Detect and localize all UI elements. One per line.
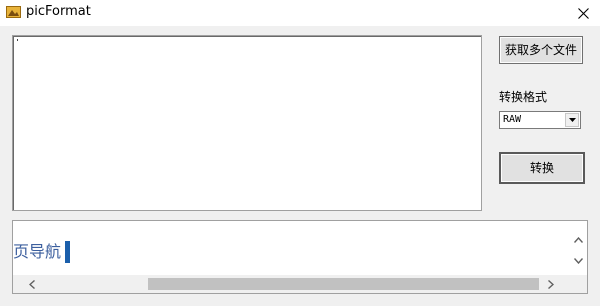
app-icon	[6, 5, 21, 19]
list-caret	[17, 39, 18, 41]
log-text: 页导航	[13, 242, 62, 261]
vertical-scrollbar[interactable]	[570, 221, 587, 275]
file-list-box[interactable]	[12, 35, 482, 211]
format-select-value: RAW	[503, 114, 522, 125]
convert-button[interactable]: 转换	[499, 152, 585, 184]
format-select[interactable]: RAW	[499, 111, 581, 129]
scroll-left-button[interactable]	[23, 275, 41, 293]
text-cursor	[65, 241, 70, 263]
chevron-down-icon	[574, 257, 583, 264]
close-button[interactable]	[566, 0, 600, 26]
scroll-up-button[interactable]	[570, 231, 587, 248]
scroll-right-button[interactable]	[542, 275, 560, 293]
chevron-right-icon	[548, 279, 554, 289]
close-icon	[577, 7, 589, 19]
log-text-area[interactable]: 页导航	[12, 220, 588, 294]
get-multiple-files-button[interactable]: 获取多个文件	[499, 36, 583, 64]
scrollbar-corner	[570, 275, 587, 293]
scroll-down-button[interactable]	[570, 252, 587, 269]
window-title: picFormat	[26, 4, 91, 19]
chevron-left-icon	[29, 279, 35, 289]
chevron-down-icon[interactable]	[565, 113, 579, 127]
horizontal-scroll-thumb[interactable]	[148, 278, 539, 290]
title-bar: picFormat	[0, 0, 600, 26]
horizontal-scrollbar[interactable]	[13, 275, 587, 293]
format-label: 转换格式	[499, 90, 548, 104]
chevron-up-icon	[574, 236, 583, 243]
